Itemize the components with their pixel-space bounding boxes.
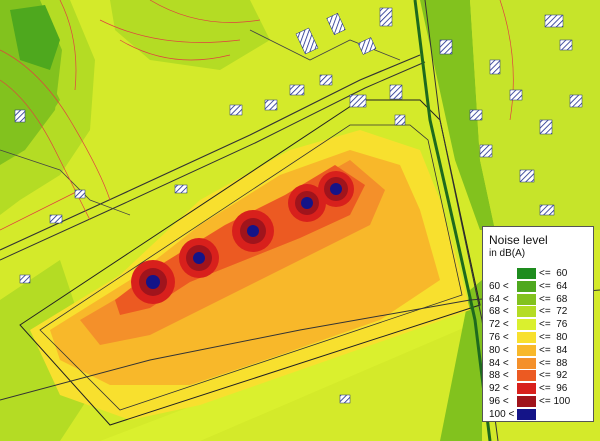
- legend-row: 68 < <= 72: [483, 305, 593, 318]
- legend-swatch: [517, 268, 536, 279]
- legend-lower-bound: 68 <: [489, 306, 509, 318]
- noise-source-2: [179, 238, 219, 278]
- legend-upper-bound: <= 76: [539, 319, 568, 331]
- legend-upper-bound: <= 68: [539, 293, 568, 305]
- legend-swatch: [517, 396, 536, 407]
- legend-upper-bound: <= 60: [539, 268, 568, 279]
- legend-upper-bound: <= 72: [539, 306, 568, 318]
- legend-row: 100 <: [483, 408, 593, 421]
- legend-swatch: [517, 383, 536, 395]
- legend-row: 96 < <= 100: [483, 395, 593, 408]
- legend-lower-bound: 80 <: [489, 344, 509, 356]
- legend-row: 80 < <= 84: [483, 344, 593, 357]
- terrain-east-field: [470, 0, 600, 230]
- legend-lower-bound: 96 <: [489, 396, 509, 407]
- legend-row: <= 60: [483, 267, 593, 280]
- noise-source-3: [232, 210, 274, 252]
- legend-lower-bound: 76 <: [489, 332, 509, 343]
- legend-lower-bound: 100 <: [489, 408, 515, 420]
- legend-upper-bound: <= 88: [539, 357, 568, 369]
- legend-swatch: [517, 293, 536, 305]
- legend-title: Noise level: [489, 233, 548, 247]
- legend-upper-bound: <= 80: [539, 332, 568, 343]
- legend-swatch: [517, 306, 536, 318]
- legend-row: 64 < <= 68: [483, 293, 593, 306]
- legend-swatch: [517, 332, 536, 343]
- legend-upper-bound: <= 96: [539, 383, 568, 395]
- noise-source-1: [131, 260, 175, 304]
- legend-upper-bound: <= 64: [539, 280, 568, 292]
- legend-upper-bound: <= 92: [539, 370, 568, 382]
- legend-lower-bound: 60 <: [489, 280, 509, 292]
- legend-lower-bound: 88 <: [489, 370, 509, 382]
- legend-row: 88 < <= 92: [483, 369, 593, 382]
- legend-lower-bound: 92 <: [489, 383, 509, 395]
- legend-swatch: [517, 319, 536, 331]
- legend-swatch: [517, 370, 536, 382]
- legend-lower-bound: 84 <: [489, 357, 509, 369]
- noise-legend: Noise level in dB(A) <= 60 60 < <= 64 64 < <…: [482, 226, 594, 422]
- legend-row: 84 < <= 88: [483, 357, 593, 370]
- legend-subtitle: in dB(A): [489, 248, 526, 259]
- legend-lower-bound: 72 <: [489, 319, 509, 331]
- legend-row: 92 < <= 96: [483, 382, 593, 395]
- legend-swatch: [517, 408, 536, 420]
- legend-row: 72 < <= 76: [483, 318, 593, 331]
- legend-swatch: [517, 280, 536, 292]
- noise-source-5: [318, 171, 354, 207]
- legend-upper-bound: <= 100: [539, 396, 571, 407]
- legend-lower-bound: 64 <: [489, 293, 509, 305]
- legend-swatch: [517, 344, 536, 356]
- legend-swatch: [517, 357, 536, 369]
- legend-upper-bound: <= 84: [539, 344, 568, 356]
- legend-row: 76 < <= 80: [483, 331, 593, 344]
- legend-row: 60 < <= 64: [483, 280, 593, 293]
